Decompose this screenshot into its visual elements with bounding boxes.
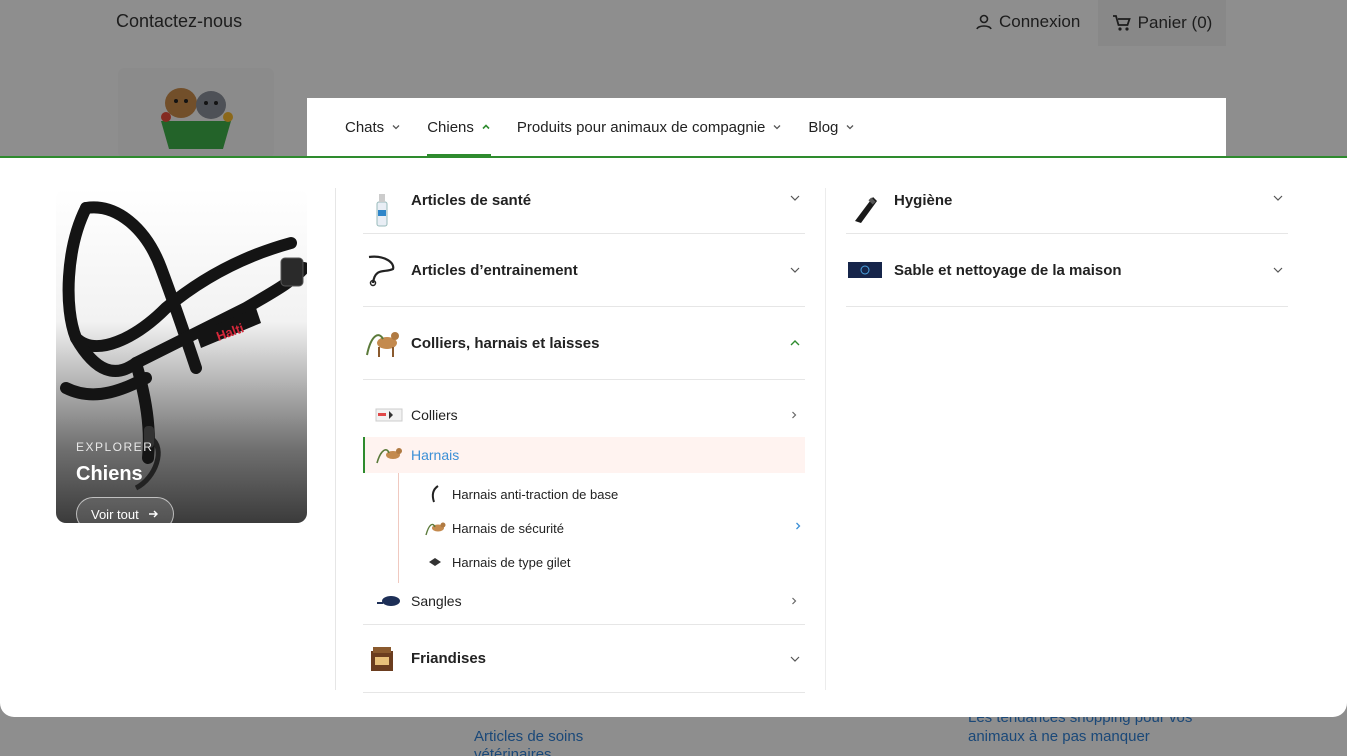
subcategory-harnais[interactable]: Harnais (363, 437, 805, 473)
category-label: Hygiène (894, 192, 953, 209)
category-label: Friandises (411, 650, 487, 667)
chevron-right-icon[interactable] (793, 521, 803, 531)
column-divider (335, 188, 336, 690)
training-leash-icon (363, 252, 401, 288)
nav-item-chiens[interactable]: Chiens (427, 98, 491, 156)
category-hygiene[interactable]: Hygiène (846, 188, 1288, 234)
dog-harness-icon (424, 517, 446, 539)
chevron-down-icon (1273, 267, 1283, 273)
subsub-harnais-anti-traction[interactable]: Harnais anti-traction de base (399, 477, 805, 511)
category-entrainement[interactable]: Articles d’entrainement (363, 234, 805, 307)
nav-item-blog[interactable]: Blog (808, 98, 855, 156)
subcategory-colliers[interactable]: Colliers (363, 397, 805, 433)
category-label: Articles de santé (411, 192, 532, 209)
category-label: Sable et nettoyage de la maison (894, 261, 1122, 279)
menu-column-2: Hygiène Sable et nettoyage de la maison (846, 188, 1288, 307)
subcategory-sangles[interactable]: Sangles (363, 583, 805, 619)
nav-item-label: Blog (808, 118, 839, 136)
subcategory-label: Harnais (411, 447, 460, 463)
chevron-down-icon (846, 125, 854, 130)
chevron-up-icon (482, 124, 490, 130)
nav-item-label: Chats (345, 118, 385, 136)
view-all-button[interactable]: Voir tout (76, 497, 174, 523)
chevron-up-icon (790, 340, 800, 346)
promo-title: Chiens (76, 463, 143, 485)
category-label: Articles d’entrainement (411, 261, 578, 279)
chevron-down-icon (790, 267, 800, 273)
main-nav: Chats Chiens Produits pour animaux de co… (307, 98, 1226, 156)
chevron-down-icon (392, 125, 400, 130)
leash-clip-icon (424, 483, 446, 505)
subsub-label: Harnais anti-traction de base (452, 486, 619, 502)
subsub-label: Harnais de sécurité (452, 520, 564, 536)
spray-bottle-icon (363, 192, 401, 228)
view-all-label: Voir tout (91, 506, 139, 522)
leash-strap-icon (377, 596, 400, 606)
subsub-harnais-securite[interactable]: Harnais de sécurité (399, 511, 805, 545)
menu-column-1: Articles de santé Articles d’entrainemen… (363, 188, 805, 693)
nav-item-produits[interactable]: Produits pour animaux de compagnie (517, 98, 782, 156)
collar-product-icon (375, 408, 403, 422)
category-friandises[interactable]: Friandises (363, 625, 805, 693)
vest-harness-icon (424, 551, 446, 573)
promo-eyebrow: EXPLORER (76, 440, 154, 454)
category-colliers-harnais-laisses[interactable]: Colliers, harnais et laisses (363, 307, 805, 380)
column-divider (825, 188, 826, 690)
treat-box-icon (363, 641, 401, 677)
dog-harness-icon (363, 325, 401, 361)
chevron-right-icon (792, 411, 797, 419)
chevron-down-icon (1273, 195, 1283, 201)
dog-harness-icon (376, 448, 402, 464)
category-sable-nettoyage[interactable]: Sable et nettoyage de la maison (846, 234, 1288, 307)
subsub-harnais-gilet[interactable]: Harnais de type gilet (399, 545, 805, 579)
nav-item-chats[interactable]: Chats (345, 98, 401, 156)
nav-item-label: Produits pour animaux de compagnie (516, 118, 766, 136)
mega-menu-chiens: Halti EXPLORER Chiens Voir tout Articles… (0, 156, 1347, 717)
nav-item-label: Chiens (427, 118, 474, 136)
chevron-down-icon (790, 656, 800, 662)
subsub-label: Harnais de type gilet (452, 554, 571, 570)
chevron-right-icon (792, 597, 797, 605)
subcategory-label: Colliers (411, 407, 458, 423)
litter-mat-icon (846, 252, 884, 288)
category-label: Colliers, harnais et laisses (411, 334, 600, 352)
category-sante[interactable]: Articles de santé (363, 188, 805, 234)
harnais-children: Harnais anti-traction de base Harnais de… (398, 473, 805, 583)
chevron-down-icon (790, 195, 800, 201)
arrow-right-icon (148, 510, 158, 518)
grooming-clipper-icon (846, 192, 884, 228)
chevron-down-icon (773, 125, 781, 130)
subcategory-label: Sangles (411, 593, 462, 609)
promo-card[interactable]: Halti EXPLORER Chiens Voir tout (56, 188, 307, 523)
